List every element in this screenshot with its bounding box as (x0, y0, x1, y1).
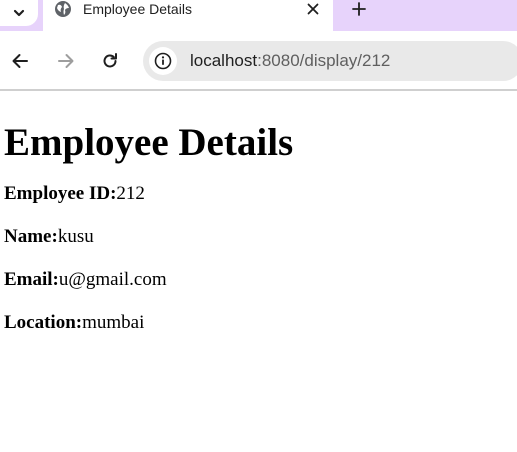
reload-icon (103, 53, 117, 68)
tab-title: Employee Details (83, 1, 192, 17)
back-arrow-icon (12, 54, 28, 68)
page-title: Employee Details (4, 121, 294, 164)
tab-search-button[interactable] (0, 0, 38, 26)
name-label: Name: (4, 226, 58, 247)
back-button[interactable] (8, 49, 32, 73)
location-row: Location:mumbai (4, 312, 517, 334)
email-label: Email: (4, 269, 59, 290)
plus-icon (352, 2, 366, 16)
chevron-down-icon (13, 9, 25, 17)
new-tab-button[interactable] (349, 0, 369, 18)
location-value: mumbai (82, 312, 145, 333)
name-value: kusu (57, 226, 94, 247)
close-icon (307, 3, 319, 15)
tab-strip: Employee Details (0, 0, 517, 31)
browser-toolbar: localhost:8080/display/212 (0, 31, 517, 89)
site-info-button[interactable] (149, 47, 177, 75)
employee-id-label: Employee ID: (4, 183, 117, 204)
url-path: :8080/display/212 (257, 51, 391, 70)
name-row: Name:kusu (4, 226, 517, 248)
url-host: localhost (190, 51, 258, 70)
info-icon (154, 52, 172, 70)
email-value: u@gmail.com (58, 269, 167, 290)
url-text[interactable]: localhost:8080/display/212 (190, 41, 390, 81)
reload-button[interactable] (98, 49, 122, 73)
address-bar[interactable]: localhost:8080/display/212 (143, 41, 517, 81)
page-content: Employee Details Employee ID:212 Name:ku… (4, 91, 517, 334)
forward-arrow-icon (58, 54, 74, 68)
employee-id-row: Employee ID:212 (4, 183, 517, 205)
forward-button[interactable] (54, 49, 78, 73)
location-label: Location: (4, 312, 83, 333)
globe-icon (55, 1, 71, 17)
tab-employee-details[interactable]: Employee Details (43, 0, 333, 31)
tab-close-button[interactable] (304, 0, 322, 18)
email-row: Email:u@gmail.com (4, 269, 517, 291)
employee-id-value: 212 (116, 183, 145, 204)
